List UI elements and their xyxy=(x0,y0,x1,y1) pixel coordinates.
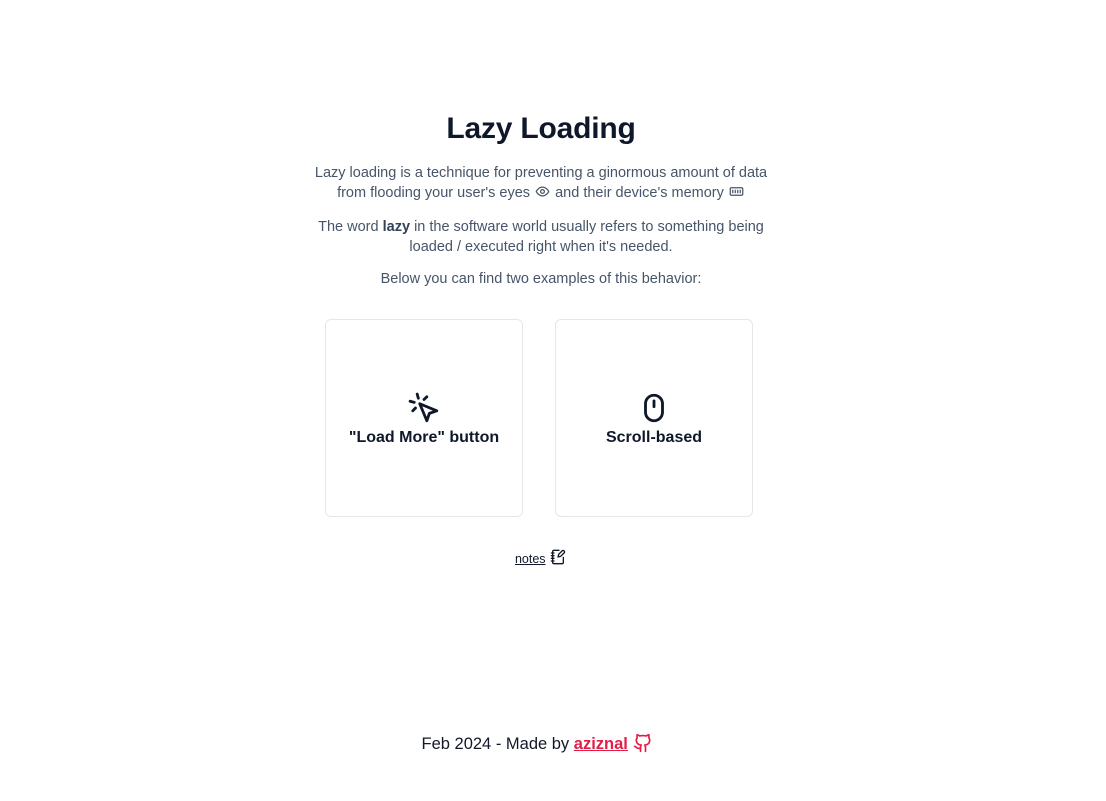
github-icon[interactable] xyxy=(633,733,653,758)
footer-text: Feb 2024 - Made by xyxy=(421,735,570,753)
memory-icon xyxy=(729,184,744,205)
notes-link-label: notes xyxy=(514,552,546,566)
mouse-icon xyxy=(644,393,664,423)
pointer-click-icon xyxy=(408,392,439,423)
intro-paragraph-2: The word lazy in the software world usua… xyxy=(301,217,781,257)
examples-cards: "Load More" button Scroll-based xyxy=(325,319,753,517)
page-title: Lazy Loading xyxy=(446,112,636,145)
author-link[interactable]: aziznal xyxy=(574,735,628,753)
notes-section: notes xyxy=(0,549,1082,568)
intro-paragraph-3: Below you can find two examples of this … xyxy=(380,271,702,287)
load-more-card[interactable]: "Load More" button xyxy=(325,319,523,517)
intro-text-2b: in the software world usually refers to … xyxy=(409,219,764,255)
intro-paragraph-1: Lazy loading is a technique for preventi… xyxy=(301,163,781,205)
footer: Feb 2024 - Made by aziznal xyxy=(0,733,1076,758)
scroll-based-card[interactable]: Scroll-based xyxy=(555,319,753,517)
intro-text-2a: The word xyxy=(318,219,379,235)
intro-section: Lazy Loading Lazy loading is a technique… xyxy=(0,108,1082,289)
intro-text-2-bold: lazy xyxy=(382,219,411,235)
notes-link[interactable]: notes xyxy=(515,552,546,566)
edit-note-icon[interactable] xyxy=(550,549,566,568)
page: Lazy Loading Lazy loading is a technique… xyxy=(0,0,1106,801)
load-more-card-label: "Load More" button xyxy=(348,429,500,446)
eye-icon xyxy=(535,184,550,205)
scroll-based-card-label: Scroll-based xyxy=(605,429,703,446)
intro-text-1b: and their device's memory xyxy=(555,185,724,201)
